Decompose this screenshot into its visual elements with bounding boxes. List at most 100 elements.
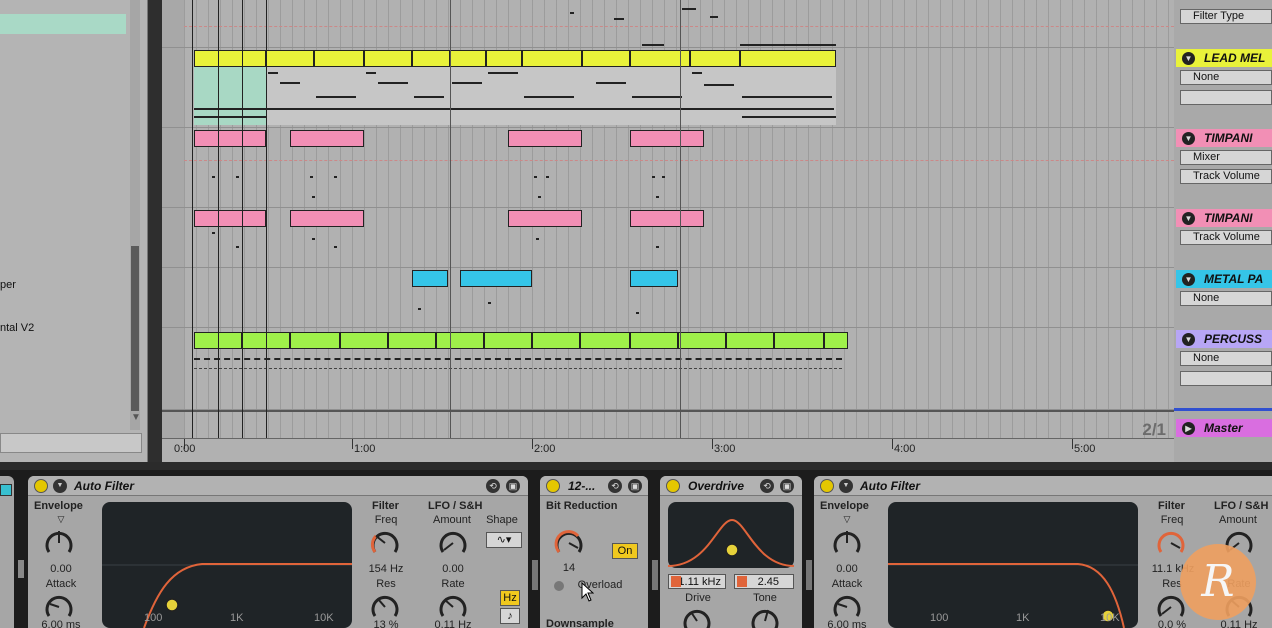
note-sync-button[interactable]: ♪: [500, 608, 520, 624]
midi-clip[interactable]: [290, 332, 340, 349]
attack-knob[interactable]: [44, 592, 74, 622]
lfo-amount-knob[interactable]: [438, 528, 468, 558]
device-separator-handle[interactable]: [652, 560, 658, 590]
midi-clip[interactable]: [364, 50, 412, 67]
hot-swap-icon[interactable]: ⟲: [486, 479, 500, 493]
track-lane-percuss[interactable]: [162, 328, 1174, 410]
hot-swap-icon[interactable]: ⟲: [608, 479, 622, 493]
device-overdrive[interactable]: Overdrive ⟲ ▣ 1.11 kHz 2.45 Drive Tone: [660, 476, 802, 628]
bandpass-display[interactable]: [667, 502, 795, 568]
midi-clip[interactable]: [314, 50, 364, 67]
track-fold-icon[interactable]: ▼: [1182, 212, 1195, 225]
device-chooser[interactable]: None: [1180, 351, 1272, 366]
device-power-button[interactable]: [546, 479, 560, 493]
browser-scroll-thumb[interactable]: [131, 246, 139, 411]
freq-knob[interactable]: [1156, 528, 1186, 558]
midi-clip[interactable]: [194, 50, 266, 67]
overload-label[interactable]: Overload: [570, 579, 630, 591]
midi-clip[interactable]: [532, 332, 580, 349]
browser-item[interactable]: per: [0, 279, 16, 291]
track-expand-icon[interactable]: ▶: [1182, 422, 1195, 435]
midi-clip[interactable]: [194, 130, 266, 147]
res-knob[interactable]: [1156, 592, 1186, 622]
track-lane-timpani-2[interactable]: [162, 208, 1174, 268]
filter-type-dropdown[interactable]: Filter Type: [1180, 9, 1272, 24]
midi-clip[interactable]: [290, 210, 364, 227]
midi-clip[interactable]: [194, 210, 266, 227]
filter-curve-display[interactable]: 100 1K 10K: [102, 502, 352, 628]
res-knob[interactable]: [370, 592, 400, 622]
track-fold-icon[interactable]: ▼: [1182, 132, 1195, 145]
device-power-button[interactable]: [34, 479, 48, 493]
midi-clip[interactable]: [340, 332, 388, 349]
track-lane-top[interactable]: [162, 0, 1174, 48]
midi-clip[interactable]: [582, 50, 630, 67]
midi-clip[interactable]: [824, 332, 848, 349]
envelope-knob[interactable]: [832, 528, 862, 558]
device-separator-handle[interactable]: [18, 560, 24, 578]
device-bit-reduction[interactable]: 12-... ⟲ ▣ Bit Reduction 14 On Overload …: [540, 476, 648, 628]
device-fold-icon[interactable]: ▼: [839, 479, 853, 493]
midi-clip[interactable]: [266, 50, 314, 67]
midi-clip[interactable]: [522, 50, 582, 67]
device-separator-handle[interactable]: [532, 560, 538, 590]
midi-clip[interactable]: [774, 332, 824, 349]
drive-knob[interactable]: [682, 606, 712, 628]
save-preset-icon[interactable]: ▣: [628, 479, 642, 493]
midi-clip[interactable]: [450, 50, 486, 67]
frequency-field[interactable]: 1.11 kHz: [668, 574, 726, 589]
midi-clip[interactable]: [484, 332, 532, 349]
filter-curve-display[interactable]: 100 1K 10K: [888, 502, 1138, 628]
browser-item[interactable]: ntal V2: [0, 322, 34, 334]
midi-clip[interactable]: [290, 130, 364, 147]
midi-clip[interactable]: [412, 50, 450, 67]
midi-clip[interactable]: [388, 332, 436, 349]
browser-selected-item[interactable]: [0, 14, 126, 34]
device-chooser[interactable]: None: [1180, 291, 1272, 306]
scroll-down-icon[interactable]: ▼: [131, 412, 141, 423]
midi-clip[interactable]: [486, 50, 522, 67]
time-ruler[interactable]: 0:00 1:00 2:00 3:00 4:00 5:00: [162, 438, 1174, 462]
midi-clip[interactable]: [690, 50, 740, 67]
lfo-shape-dropdown[interactable]: ∿▾: [486, 532, 522, 548]
device-auto-filter-1[interactable]: ▼ Auto Filter ⟲ ▣ Envelope ▽ 0.00 Attack…: [28, 476, 528, 628]
midi-clip[interactable]: [508, 130, 582, 147]
device-chooser[interactable]: Mixer: [1180, 150, 1272, 165]
midi-clip[interactable]: [460, 270, 532, 287]
midi-clip[interactable]: [580, 332, 630, 349]
device-chooser[interactable]: None: [1180, 70, 1272, 85]
parameter-chooser[interactable]: [1180, 371, 1272, 386]
browser-search-input[interactable]: [0, 433, 142, 453]
midi-clip[interactable]: [630, 270, 678, 287]
track-fold-icon[interactable]: ▼: [1182, 52, 1195, 65]
save-preset-icon[interactable]: ▣: [506, 479, 520, 493]
tone-knob[interactable]: [750, 606, 780, 628]
lfo-rate-knob[interactable]: [438, 592, 468, 622]
width-field[interactable]: 2.45: [734, 574, 794, 589]
attack-knob[interactable]: [832, 592, 862, 622]
bit-depth-knob[interactable]: [554, 528, 584, 558]
envelope-knob[interactable]: [44, 528, 74, 558]
device-power-button[interactable]: [820, 479, 834, 493]
midi-clip[interactable]: [740, 50, 836, 67]
midi-clip[interactable]: [412, 270, 448, 287]
hot-swap-icon[interactable]: ⟲: [760, 479, 774, 493]
midi-clip[interactable]: [630, 130, 704, 147]
track-lane-lead-mel[interactable]: [162, 48, 1174, 128]
device-power-button[interactable]: [666, 479, 680, 493]
midi-clip[interactable]: [630, 210, 704, 227]
midi-clip[interactable]: [508, 210, 582, 227]
midi-clip[interactable]: [726, 332, 774, 349]
track-lane-timpani-1[interactable]: [162, 128, 1174, 208]
midi-clip[interactable]: [436, 332, 484, 349]
track-fold-icon[interactable]: ▼: [1182, 273, 1195, 286]
arrangement-view[interactable]: 0:00 1:00 2:00 3:00 4:00 5:00 2/1: [162, 0, 1174, 462]
freq-knob[interactable]: [370, 528, 400, 558]
on-button[interactable]: On: [612, 543, 638, 559]
midi-clip[interactable]: [678, 332, 726, 349]
midi-clip[interactable]: [630, 50, 690, 67]
parameter-chooser[interactable]: Track Volume: [1180, 169, 1272, 184]
save-preset-icon[interactable]: ▣: [780, 479, 794, 493]
device-fold-icon[interactable]: ▼: [53, 479, 67, 493]
parameter-chooser[interactable]: [1180, 90, 1272, 105]
